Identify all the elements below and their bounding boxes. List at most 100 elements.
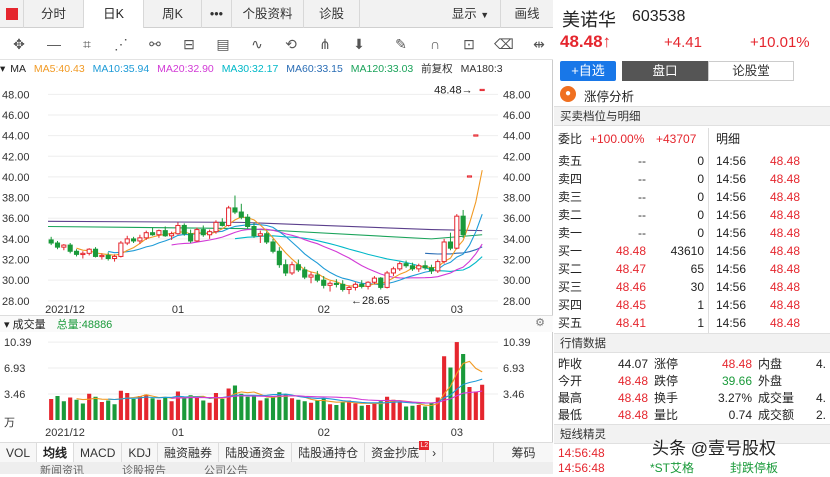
level-volume: 0: [697, 190, 704, 204]
y-tick-left: 34.00: [2, 234, 30, 246]
candle-body: [352, 283, 358, 288]
candle-body: [397, 263, 403, 270]
candle-body: [454, 215, 460, 249]
ind-tab-hk-hold[interactable]: 陆股通持仓: [292, 443, 366, 463]
ind-tab-margin[interactable]: 融资融券: [158, 443, 220, 463]
y-tick-right: 44.00: [503, 131, 531, 143]
volume-bar: [87, 393, 92, 420]
level-price: 48.46: [615, 280, 646, 294]
vol-x-label: 2021/12: [45, 427, 85, 439]
y-tick-left: 38.00: [2, 193, 30, 205]
chips-button[interactable]: 筹码: [493, 443, 553, 463]
detail-label[interactable]: 明细: [716, 130, 740, 148]
link-icon[interactable]: ⚯: [146, 35, 164, 53]
candle-body: [131, 238, 137, 242]
tab-profile[interactable]: 个股资料: [232, 0, 304, 28]
news-tab[interactable]: 新闻资讯: [40, 462, 84, 474]
tick-row: 14:56 48.48: [716, 314, 826, 332]
y-tick-left: 44.00: [2, 131, 30, 143]
wave-icon[interactable]: ∿: [248, 35, 266, 53]
candle-body: [156, 230, 162, 236]
tab-pankou[interactable]: 盘口: [622, 61, 708, 81]
expand-icon[interactable]: ⇹: [530, 35, 548, 53]
cycle-icon[interactable]: ⟲: [282, 35, 300, 53]
price-pct: +10.01%: [750, 34, 810, 51]
candle-body: [302, 269, 308, 278]
tick-row: 14:56 48.48: [716, 188, 826, 206]
ma-collapse-icon[interactable]: ▾: [0, 63, 5, 75]
announce-tab[interactable]: 公司公告: [204, 462, 248, 474]
ma-legend: ▾ MA MA5:40.43 MA10:35.94 MA20:32.90 MA3…: [0, 61, 553, 78]
vol-tick-left: 万: [4, 417, 15, 429]
candlestick-chart[interactable]: 48.00 48.00 46.00 46.00 44.00 44.00 42.00 42.00…: [0, 78, 553, 315]
volume-bar: [156, 399, 161, 420]
display-dropdown[interactable]: 显示 ▼: [441, 0, 501, 28]
add-watchlist-button[interactable]: +自选: [560, 61, 616, 81]
ma-label[interactable]: MA: [10, 63, 26, 75]
quote-label: 外盘: [758, 374, 783, 388]
pitchfork-icon[interactable]: ⋔: [316, 35, 334, 53]
candle-body: [188, 233, 194, 242]
candle-body: [327, 282, 333, 286]
l2-badge: L2: [419, 441, 430, 450]
vol-collapse-icon[interactable]: ▾: [4, 319, 10, 331]
volume-chart[interactable]: 10.39 10.39 6.93 6.93 3.46 3.46 万 2021/12 01 02 03: [0, 332, 553, 440]
volume-bar: [188, 395, 193, 420]
volume-bar: [118, 390, 123, 420]
y-tick-right: 42.00: [503, 151, 531, 163]
volume-bar: [264, 398, 269, 420]
tab-rik[interactable]: 日K: [84, 0, 144, 28]
lock-icon[interactable]: ⊡: [460, 35, 478, 53]
candle-body: [340, 283, 346, 290]
candle-body: [346, 286, 352, 290]
tab-fenshi[interactable]: 分时: [24, 0, 84, 28]
candle-body: [48, 239, 54, 244]
ind-tab-vol[interactable]: VOL: [0, 443, 38, 463]
tab-zhouk[interactable]: 周K: [144, 0, 202, 28]
quote-label: 成交量: [758, 391, 795, 405]
ind-tab-ma[interactable]: 均线: [37, 443, 75, 463]
volume-bar: [61, 401, 66, 420]
ruler-icon[interactable]: ⊟: [180, 35, 198, 53]
candle-body: [308, 274, 314, 278]
rect-select-icon[interactable]: ⌗: [78, 35, 96, 53]
delete-icon[interactable]: ⌫: [494, 35, 514, 53]
report-tab[interactable]: 诊股报告: [122, 462, 166, 474]
ind-tab-macd[interactable]: MACD: [74, 443, 123, 463]
tab-lungutang[interactable]: 论股堂: [708, 61, 794, 81]
candle-body: [365, 281, 371, 287]
ind-tab-hk-flow[interactable]: 陆股通资金: [219, 443, 293, 463]
eraser-icon[interactable]: ✎: [392, 35, 410, 53]
adjust-label[interactable]: 前复权: [421, 63, 453, 75]
candle-body: [194, 229, 200, 242]
level-label: 买四: [558, 298, 583, 312]
arrow-down-icon[interactable]: ⬇: [350, 35, 368, 53]
tab-diagnose[interactable]: 诊股: [304, 0, 360, 28]
tab-more[interactable]: •••: [202, 0, 232, 28]
ma10-value: MA10:35.94: [92, 63, 150, 75]
tab-drawline[interactable]: 画线: [501, 0, 553, 28]
line-icon[interactable]: —: [45, 35, 63, 53]
tick-price: 48.48: [770, 172, 801, 186]
short-time: 14:56:48: [558, 461, 605, 475]
weibi-value: +100.00%: [590, 132, 645, 146]
settings-gear-icon[interactable]: ⚙: [535, 316, 545, 329]
crosshair-icon[interactable]: ✥: [10, 35, 28, 53]
fan-icon[interactable]: ⋰: [112, 35, 130, 53]
magnet-icon[interactable]: ∩: [426, 35, 444, 53]
volume-bar: [245, 396, 250, 420]
volume-bar: [182, 396, 187, 420]
limit-analysis-link[interactable]: 涨停分析: [584, 86, 634, 105]
volume-bar: [334, 405, 339, 420]
volume-title: 成交量: [12, 319, 46, 331]
quote-label: 最高: [558, 391, 583, 405]
ind-tab-bottomfish[interactable]: 资金抄底 L2: [365, 441, 430, 463]
grid-icon[interactable]: ▤: [214, 35, 232, 53]
y-tick-left: 30.00: [2, 275, 30, 287]
level-label: 买三: [558, 280, 583, 294]
app-logo-icon: [5, 8, 18, 20]
ind-tab-kdj[interactable]: KDJ: [122, 443, 159, 463]
volume-bar: [346, 400, 352, 420]
candle-body: [86, 248, 92, 254]
logo-tab[interactable]: [0, 0, 24, 28]
